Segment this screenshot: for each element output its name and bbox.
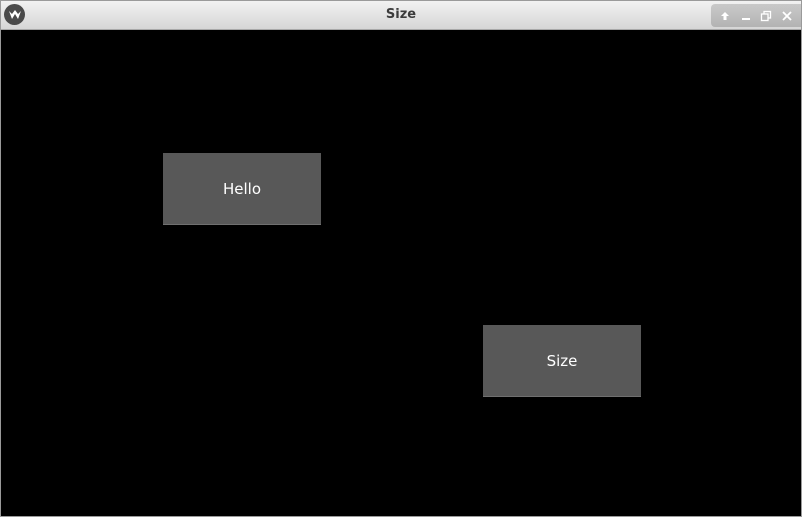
- shade-icon[interactable]: [717, 8, 733, 24]
- window-controls: [711, 4, 801, 27]
- maximize-icon[interactable]: [758, 8, 774, 24]
- size-button[interactable]: Size: [483, 325, 641, 397]
- app-window: Size Hello Size: [0, 0, 802, 517]
- window-title: Size: [385, 7, 417, 22]
- app-canvas: Hello Size: [1, 30, 801, 516]
- minimize-icon[interactable]: [738, 8, 754, 24]
- title-bar[interactable]: Size: [1, 1, 801, 30]
- hello-button[interactable]: Hello: [163, 153, 321, 225]
- close-icon[interactable]: [779, 8, 795, 24]
